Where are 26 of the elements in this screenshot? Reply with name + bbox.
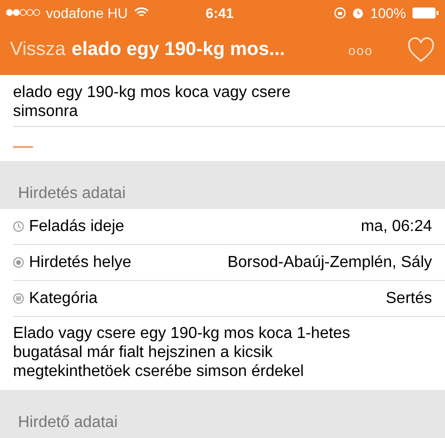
nav-title: elado egy 190-kg mos... <box>72 39 285 61</box>
clock-time: 6:41 <box>206 4 234 20</box>
wifi-icon <box>134 7 149 18</box>
alarm-icon <box>352 6 364 18</box>
ad-description: Elado vagy csere egy 190-kg mos koca 1-hetes bugatásal már fialt hejszinen a kicsik megtekinthetöek cserébe simson érdekel <box>12 324 352 382</box>
carrier-name: vodafone HU <box>46 4 128 20</box>
row-label: Hirdetés helye <box>29 254 132 272</box>
radio-icon <box>13 257 24 268</box>
back-button[interactable]: Vissza <box>10 39 66 61</box>
section-title: Hirdetés adatai <box>18 185 126 203</box>
accent-dash <box>13 146 33 148</box>
section-title: Hirdető adatai <box>18 414 118 432</box>
favorite-button[interactable] <box>407 37 435 63</box>
clock-icon <box>13 221 24 232</box>
row-label: Feladás ideje <box>29 218 124 236</box>
row-label: Kategória <box>29 290 98 308</box>
row-value: ma, 06:24 <box>360 218 432 236</box>
signal-icon <box>6 9 40 16</box>
battery-percent: 100% <box>370 4 406 20</box>
battery-icon <box>412 6 439 18</box>
row-value: Sertés <box>386 290 432 308</box>
more-button[interactable]: ooo <box>342 42 379 58</box>
ad-title: elado egy 190-kg mos koca vagy csere simsonra <box>12 83 292 122</box>
rotation-lock-icon <box>334 6 346 18</box>
list-icon <box>13 293 24 304</box>
row-value: Borsod-Abaúj-Zemplén, Sály <box>227 254 432 272</box>
